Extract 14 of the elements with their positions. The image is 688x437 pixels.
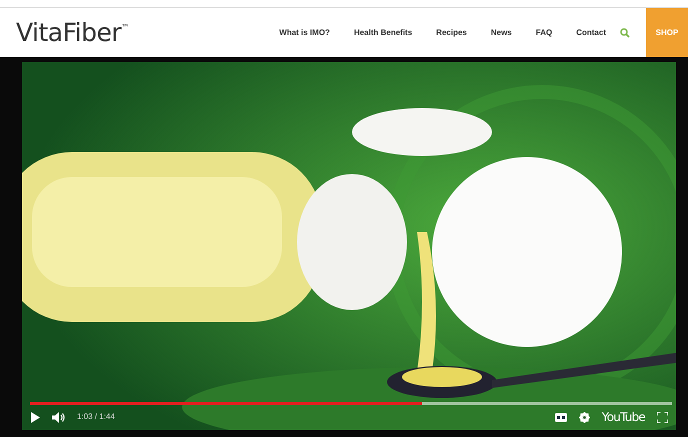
nav-link[interactable]: News (490, 26, 512, 38)
play-icon[interactable] (30, 412, 40, 422)
progress-bar[interactable] (30, 402, 672, 405)
nav-link[interactable]: Recipes (436, 26, 467, 38)
youtube-link[interactable]: YouTube (602, 408, 645, 426)
nav-link[interactable]: Health Benefits (354, 26, 412, 38)
time-display: 1:03 / 1:44 (77, 411, 115, 423)
nav-link[interactable]: Contact (576, 26, 606, 38)
volume-icon[interactable] (52, 412, 65, 422)
settings-icon[interactable] (578, 412, 590, 422)
nav-link[interactable]: FAQ (536, 26, 552, 38)
brand-logo[interactable]: VitaFiber$^{™}$ (16, 20, 129, 45)
nav-link[interactable]: What is IMO? (279, 26, 330, 38)
fullscreen-icon[interactable] (657, 412, 668, 422)
